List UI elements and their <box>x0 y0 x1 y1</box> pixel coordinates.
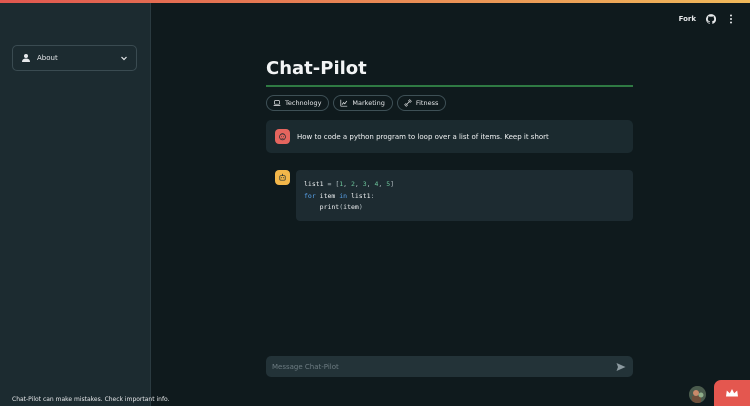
pill-marketing[interactable]: Marketing <box>333 95 393 111</box>
pill-fitness[interactable]: Fitness <box>396 95 447 111</box>
top-toolbar: Fork <box>679 12 736 26</box>
chat-input-bar <box>266 356 633 377</box>
user-avatar-icon <box>275 129 290 144</box>
assistant-code-block: list1 = [1, 2, 3, 4, 5] for item in list… <box>296 170 633 221</box>
code-line: print(item) <box>304 203 363 211</box>
topic-pills: Technology Marketing Fitness <box>266 95 447 111</box>
pill-label: Fitness <box>415 99 439 107</box>
sidebar: About Chat-Pilot can make mistakes. Chec… <box>0 3 170 406</box>
robot-icon <box>275 170 290 185</box>
about-expander[interactable]: About <box>12 45 137 71</box>
assistant-avatar-row <box>275 170 290 185</box>
send-icon[interactable] <box>615 361 627 373</box>
pill-technology[interactable]: Technology <box>266 95 330 111</box>
user-profile-avatar[interactable] <box>689 386 706 403</box>
chart-icon <box>340 99 348 107</box>
message-input[interactable] <box>272 362 615 371</box>
main-content: Chat-Pilot Technology Marketing Fitness … <box>266 0 633 406</box>
disclaimer-text: Chat-Pilot can make mistakes. Check impo… <box>12 396 170 403</box>
code-line: for item in list1: <box>304 191 375 200</box>
page-title: Chat-Pilot <box>266 58 367 79</box>
user-message: How to code a python program to loop ove… <box>266 120 633 153</box>
title-divider <box>266 85 633 87</box>
code-line: list1 = [1, 2, 3, 4, 5] <box>304 180 395 188</box>
crown-badge-button[interactable] <box>714 380 750 406</box>
user-message-text: How to code a python program to loop ove… <box>297 132 549 141</box>
github-icon[interactable] <box>706 14 716 24</box>
fork-button[interactable]: Fork <box>679 15 696 23</box>
dumbbell-icon <box>404 99 412 107</box>
pill-label: Technology <box>285 99 322 107</box>
about-label: About <box>37 54 58 62</box>
crown-icon <box>726 389 738 397</box>
kebab-menu-icon[interactable] <box>726 14 736 24</box>
user-icon <box>21 53 31 63</box>
laptop-icon <box>273 100 281 106</box>
pill-label: Marketing <box>352 99 385 107</box>
chevron-down-icon <box>120 54 128 62</box>
